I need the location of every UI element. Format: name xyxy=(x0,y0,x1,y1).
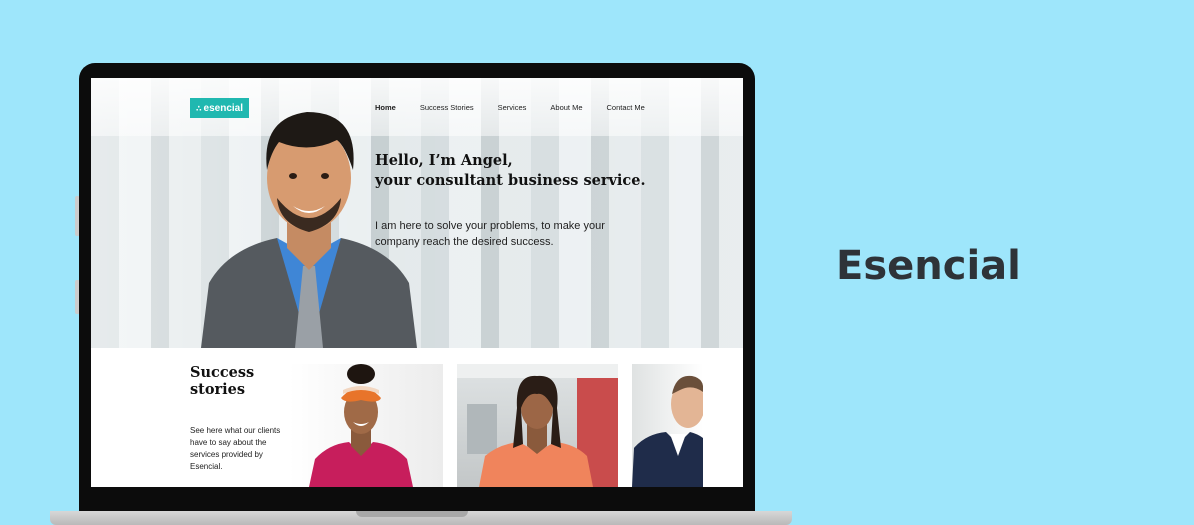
nav-home[interactable]: Home xyxy=(375,103,396,112)
laptop-screen: ∴ esencial Home Success Stories Services… xyxy=(91,78,743,487)
hero-title-line2: your consultant business service. xyxy=(375,172,646,189)
success-title-line1: Success xyxy=(190,364,255,381)
hero-title-line1: Hello, I’m Angel, xyxy=(375,152,513,169)
nav-services[interactable]: Services xyxy=(498,103,527,112)
laptop-notch xyxy=(356,511,468,517)
nav-success-stories[interactable]: Success Stories xyxy=(420,103,474,112)
site-nav: Home Success Stories Services About Me C… xyxy=(375,103,645,112)
testimonial-photo-2[interactable] xyxy=(457,364,618,487)
woman-office-photo xyxy=(457,364,618,487)
hero-title: Hello, I’m Angel, your consultant busine… xyxy=(375,151,675,191)
logo-text: esencial xyxy=(203,102,244,114)
nav-about-me[interactable]: About Me xyxy=(550,103,582,112)
testimonial-photo-1[interactable] xyxy=(289,364,443,487)
man-suit-photo xyxy=(632,375,703,487)
success-stories-title: Success stories xyxy=(190,364,270,398)
testimonial-photo-3[interactable] xyxy=(632,364,703,487)
brand-title: Esencial xyxy=(836,243,1021,289)
nav-contact-me[interactable]: Contact Me xyxy=(607,103,645,112)
woman-headwrap-photo xyxy=(309,364,413,487)
site-logo[interactable]: ∴ esencial xyxy=(190,98,249,118)
success-title-line2: stories xyxy=(190,381,246,398)
success-stories-section: Success stories See here what our client… xyxy=(91,348,743,487)
success-stories-text: See here what our clients have to say ab… xyxy=(190,426,281,471)
hero-text: I am here to solve your problems, to mak… xyxy=(375,220,605,248)
hero-section: ∴ esencial Home Success Stories Services… xyxy=(91,78,743,348)
logo-dots-icon: ∴ xyxy=(195,103,201,113)
